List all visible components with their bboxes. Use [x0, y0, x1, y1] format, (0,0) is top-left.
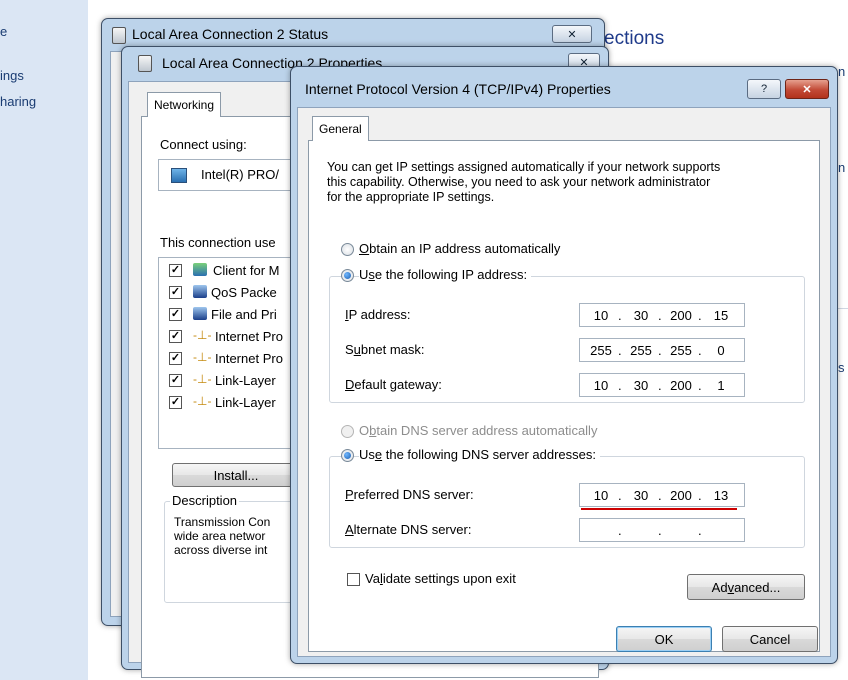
component-checkbox[interactable]: ✓	[169, 330, 182, 343]
ok-button[interactable]: OK	[616, 626, 712, 652]
validate-checkbox[interactable]	[347, 573, 360, 586]
intro-line: for the appropriate IP settings.	[327, 190, 495, 204]
component-label: Internet Pro	[215, 351, 283, 366]
highlight-underline	[581, 508, 737, 510]
validate-label[interactable]: Validate settings upon exit	[365, 571, 516, 586]
items-label: This connection use	[160, 235, 276, 250]
component-label: Internet Pro	[215, 329, 283, 344]
status-window-titlebar[interactable]: Local Area Connection 2 Status ✕	[102, 19, 604, 49]
tab-networking[interactable]: Networking	[147, 92, 222, 117]
sidebar-link-1[interactable]: e	[0, 24, 7, 39]
intro-line: You can get IP settings assigned automat…	[327, 160, 721, 174]
file-sharing-icon	[193, 307, 207, 320]
component-checkbox[interactable]: ✓	[169, 264, 182, 277]
default-gateway-field[interactable]: 10. 30. 200. 1	[579, 373, 745, 397]
component-label: File and Pri	[211, 307, 277, 322]
protocol-icon: -⊥-	[193, 350, 212, 364]
component-label: Link-Layer	[215, 395, 276, 410]
general-tab-page: You can get IP settings assigned automat…	[308, 140, 820, 652]
advanced-button[interactable]: Ad v anced...	[687, 574, 805, 600]
component-label: QoS Packe	[211, 285, 277, 300]
close-button[interactable]: ✕	[785, 79, 829, 99]
component-checkbox[interactable]: ✓	[169, 286, 182, 299]
ipv4-properties-dialog: Internet Protocol Version 4 (TCP/IPv4) P…	[290, 66, 838, 664]
help-button[interactable]: ?	[747, 79, 781, 99]
sidebar-link-2[interactable]: ings	[0, 68, 24, 83]
intro-line: this capability. Otherwise, you need to …	[327, 175, 711, 189]
ip-manual-radio[interactable]	[341, 269, 354, 282]
ip-manual-label[interactable]: Use the following IP address:	[359, 267, 532, 282]
subnet-mask-label: Subnet mask:	[345, 342, 425, 357]
ip-auto-label[interactable]: Obtain an IP address automatically	[359, 241, 560, 256]
dns-auto-radio	[341, 425, 354, 438]
control-panel-link-b[interactable]: n	[838, 160, 845, 175]
cancel-button[interactable]: Cancel	[722, 626, 818, 652]
dns-auto-label: Obtain DNS server address automatically	[359, 423, 598, 438]
alternate-dns-field[interactable]: . . .	[579, 518, 745, 542]
dns-manual-label[interactable]: Use the following DNS server addresses:	[359, 447, 600, 462]
description-label: Description	[170, 493, 240, 508]
control-panel-heading: ections	[604, 28, 665, 49]
description-line: Transmission Con	[174, 515, 271, 529]
adapter-icon	[171, 168, 187, 183]
alternate-dns-label: Alternate DNS server:	[345, 522, 472, 537]
protocol-icon: -⊥-	[193, 394, 212, 408]
status-window-title: Local Area Connection 2 Status	[132, 26, 329, 42]
description-line: across diverse int	[174, 543, 268, 557]
network-client-icon	[193, 263, 207, 276]
status-close-button[interactable]: ✕	[552, 25, 592, 43]
protocol-icon: -⊥-	[193, 372, 212, 386]
qos-icon	[193, 285, 207, 298]
tab-general[interactable]: General	[312, 116, 369, 141]
control-panel-sidebar: e ings haring	[0, 0, 88, 680]
component-label: Client for M	[213, 263, 280, 278]
component-checkbox[interactable]: ✓	[169, 308, 182, 321]
preferred-dns-field[interactable]: 10. 30. 200. 13	[579, 483, 745, 507]
default-gateway-label: Default gateway:	[345, 377, 442, 392]
component-checkbox[interactable]: ✓	[169, 352, 182, 365]
ip-address-field[interactable]: 10. 30. 200. 15	[579, 303, 745, 327]
control-panel-link-a[interactable]: n	[838, 64, 845, 79]
ip-auto-radio[interactable]	[341, 243, 354, 256]
network-adapter-icon	[138, 55, 152, 72]
component-checkbox[interactable]: ✓	[169, 396, 182, 409]
network-adapter-icon	[112, 27, 126, 44]
sidebar-link-3[interactable]: haring	[0, 94, 36, 109]
protocol-icon: -⊥-	[193, 328, 212, 342]
adapter-name: Intel(R) PRO/	[201, 167, 280, 182]
ipv4-dialog-client: General You can get IP settings assigned…	[297, 107, 831, 657]
install-button[interactable]: Install...	[172, 463, 300, 487]
ipv4-dialog-title: Internet Protocol Version 4 (TCP/IPv4) P…	[305, 81, 611, 97]
component-label: Link-Layer	[215, 373, 276, 388]
preferred-dns-label: Preferred DNS server:	[345, 487, 474, 502]
dns-manual-radio[interactable]	[341, 449, 354, 462]
ipv4-dialog-titlebar[interactable]: Internet Protocol Version 4 (TCP/IPv4) P…	[291, 67, 837, 99]
description-line: wide area networ	[174, 529, 266, 543]
connect-using-label: Connect using:	[160, 137, 247, 152]
control-panel-link-c[interactable]: s	[838, 360, 845, 375]
component-checkbox[interactable]: ✓	[169, 374, 182, 387]
ip-address-label: IP address:	[345, 307, 411, 322]
subnet-mask-field[interactable]: 255. 255. 255. 0	[579, 338, 745, 362]
